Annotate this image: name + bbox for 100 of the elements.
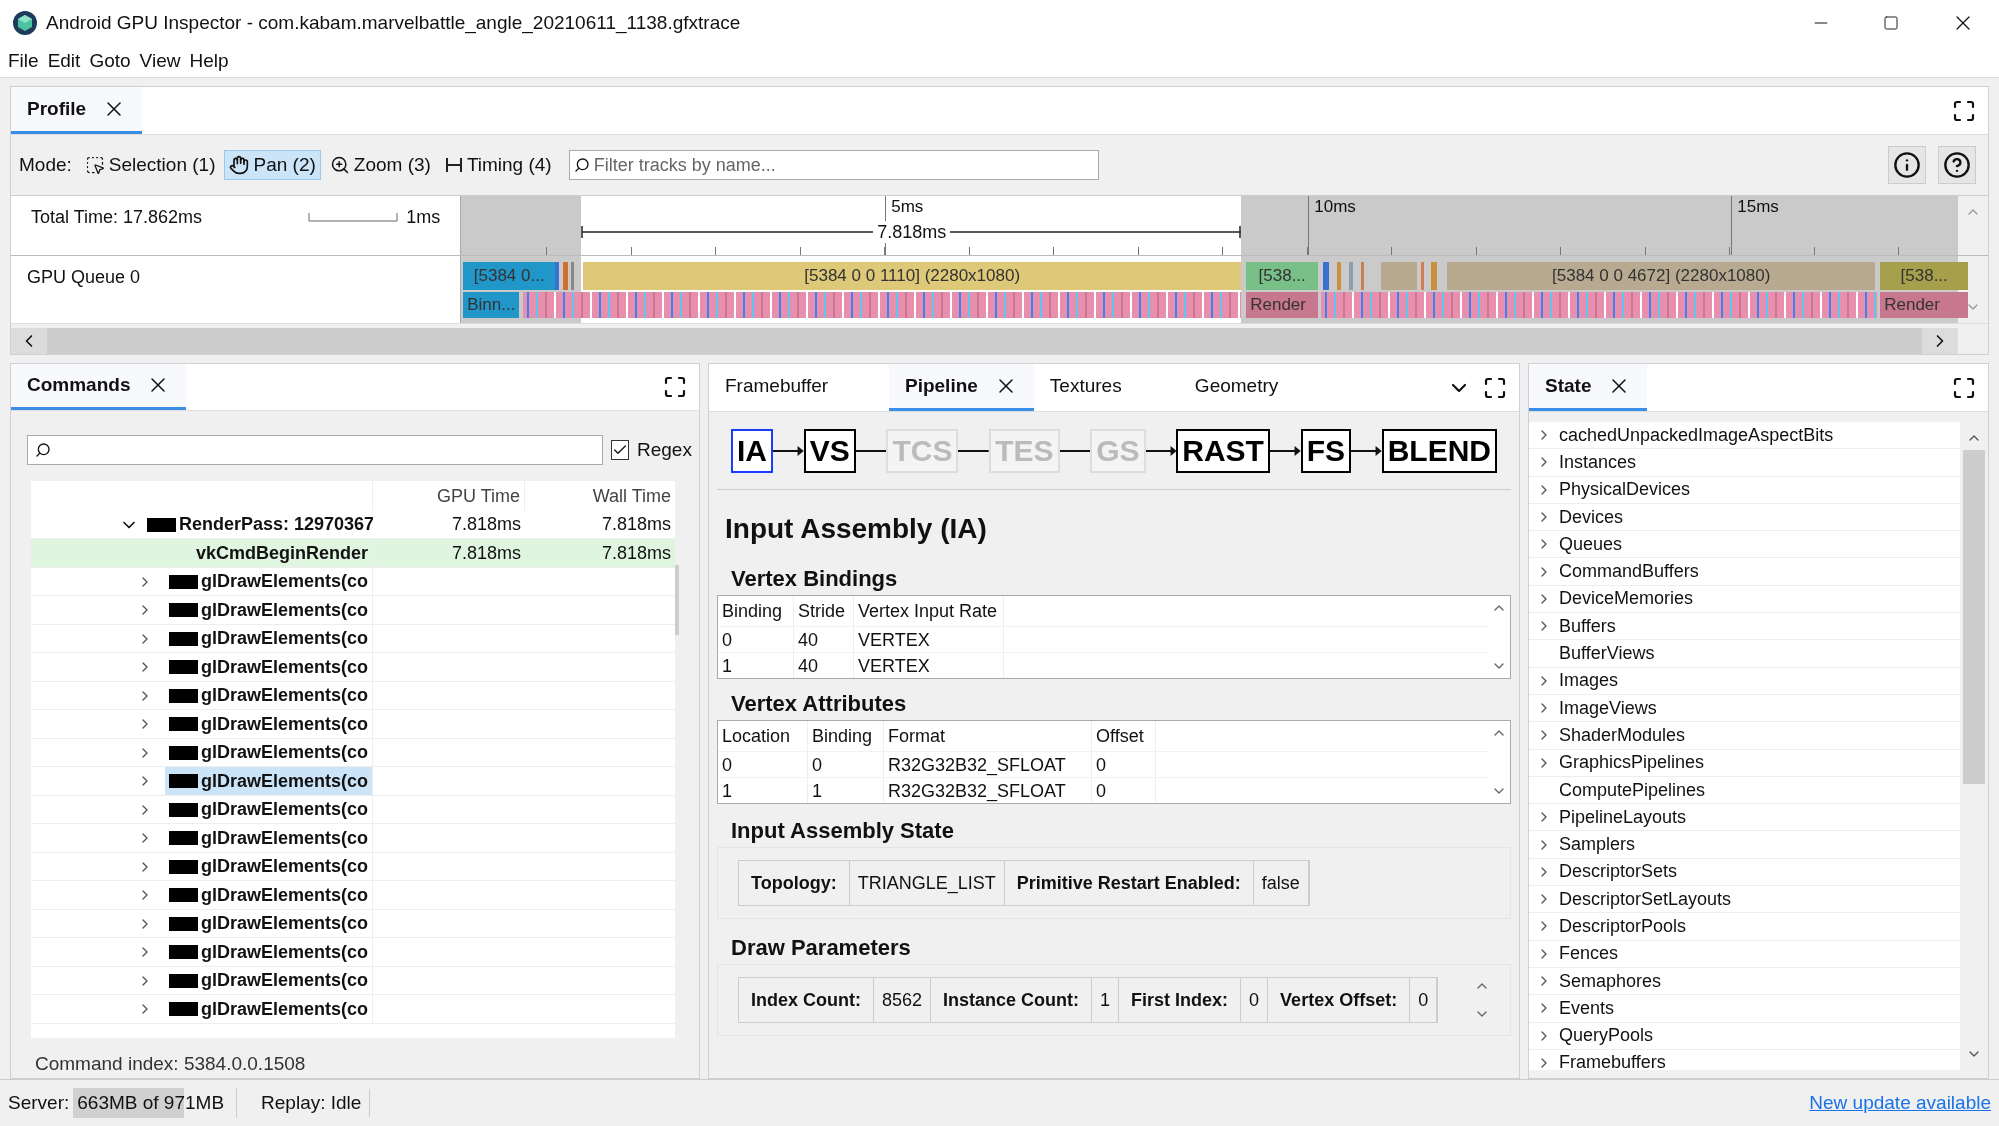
tree-item[interactable]: CommandBuffers [1529,558,1960,586]
tree-item[interactable]: Fences [1529,940,1960,968]
column-header[interactable]: GPU Time [373,480,525,511]
menu-item[interactable]: Goto [89,47,131,76]
stage-button[interactable]: RAST [1176,428,1270,473]
trace-slice[interactable]: [538... [1880,262,1969,290]
tree-item[interactable]: QueryPools [1529,1022,1960,1050]
tree-item[interactable]: ShaderModules [1529,722,1960,750]
tree-row[interactable]: glDrawElements(co [164,852,372,881]
table-cell: 0 [718,752,808,777]
maximize-icon[interactable] [663,374,687,399]
update-link[interactable]: New update available [1809,1088,1991,1118]
trace-slice[interactable]: [5384 0 0 4672] (2280x1080) [1447,262,1876,290]
mode-button[interactable]: Selection (1) [79,150,221,180]
menu-item[interactable]: View [139,47,181,76]
menu-item[interactable]: Help [189,47,229,76]
stage-button[interactable]: IA [731,428,773,473]
tree-row[interactable]: glDrawElements(co [164,567,372,596]
tree-row[interactable]: glDrawElements(co [164,596,372,624]
column-header: Vertex Input Rate [854,596,1004,626]
wall-time: 7.818ms [600,513,672,537]
menu-item[interactable]: Edit [47,47,81,76]
trace-slice[interactable]: Binn... [463,292,520,318]
maximize-icon[interactable] [1952,98,1976,123]
help-button[interactable] [1938,146,1976,184]
thumbnail-icon [168,603,198,618]
tree-item[interactable]: Queues [1529,531,1960,559]
regex-checkbox[interactable] [611,439,629,460]
tab[interactable]: Geometry [1194,371,1279,401]
tree-item[interactable]: Framebuffers [1529,1049,1960,1070]
trace-slice[interactable]: Render [1246,292,1319,318]
small-slices-drawing [553,262,576,290]
maximize-icon[interactable] [1952,375,1976,400]
tree-item[interactable]: PhysicalDevices [1529,476,1960,504]
tree-row[interactable]: glDrawElements(co [164,653,372,681]
table-cell: 1 [808,778,884,803]
tree-item[interactable]: ComputePipelines [1529,776,1960,805]
tree-row[interactable]: glDrawElements(co [164,966,372,995]
tree-item[interactable]: Events [1529,995,1960,1023]
column-header: Binding [718,596,794,626]
section-title: Draw Parameters [731,935,911,960]
thumbnail-icon [168,945,198,960]
column-header[interactable]: Wall Time [525,480,675,511]
maximize-icon[interactable] [1483,375,1507,400]
tab[interactable]: Framebuffer [725,371,829,401]
tree-row[interactable]: glDrawElements(co [164,938,372,966]
field-label: Vertex Offset: [1268,978,1411,1022]
mode-button[interactable]: Zoom (3) [324,150,436,180]
stage-button[interactable]: VS [803,428,856,473]
trace-slice[interactable]: [538... [1246,262,1319,290]
tree-item[interactable]: DescriptorSets [1529,858,1960,887]
tree-row[interactable]: glDrawElements(co [164,881,372,909]
tree-row[interactable]: glDrawElements(co [164,909,372,938]
maximize-icon[interactable] [1883,15,1899,31]
filter-field[interactable]: Filter tracks by name... [568,150,1099,180]
tree-item[interactable]: cachedUnpackedImageAspectBits [1529,422,1960,450]
tree-item[interactable]: DescriptorPools [1529,913,1960,941]
tree-item[interactable]: Samplers [1529,831,1960,859]
span-label: 7.818ms [873,221,951,243]
tree-row[interactable]: glDrawElements(co [164,624,372,653]
tree-row[interactable]: glDrawElements(co [164,824,372,852]
tree-item[interactable]: Semaphores [1529,967,1960,996]
scrollbar-thumb[interactable] [1963,450,1985,784]
tree-item[interactable]: DeviceMemories [1529,585,1960,614]
tree-item[interactable]: DescriptorSetLayouts [1529,886,1960,914]
thumbnail-icon [168,688,198,703]
tree-item[interactable]: Images [1529,667,1960,695]
trace-slice[interactable]: [5384 0... [463,262,556,290]
stage-button[interactable]: BLEND [1381,428,1498,473]
arrow [1145,444,1177,457]
tree-item[interactable]: Buffers [1529,613,1960,641]
field-value: 8562 [874,978,932,1022]
mode-button[interactable]: Pan (2) [224,150,321,180]
tree-row[interactable]: RenderPass: 12970367 [31,510,373,539]
scrollbar-thumb[interactable] [47,328,1922,354]
tree-item[interactable]: GraphicsPipelines [1529,749,1960,777]
tree-item[interactable]: PipelineLayouts [1529,804,1960,832]
tab[interactable]: Textures [1049,371,1122,401]
tree-item[interactable]: Devices [1529,503,1960,532]
stage-button[interactable]: FS [1300,428,1351,473]
column-header: Binding [808,721,884,751]
tree-row[interactable]: glDrawElements(co [164,681,372,710]
field-value: 1 [1092,978,1120,1022]
tree-row[interactable]: glDrawElements(co [164,795,372,824]
tree-row[interactable]: glDrawElements(co [164,995,372,1023]
tree-row[interactable]: glDrawElements(co [164,710,372,738]
mode-button[interactable]: Timing (4) [439,150,557,180]
tree-row[interactable]: glDrawElements(co [164,738,372,767]
section-title: Vertex Attributes [731,691,907,716]
tree-item[interactable]: ImageViews [1529,694,1960,723]
command-index: Command index: 5384.0.0.1508 [35,1052,306,1074]
menu-item[interactable]: File [8,47,39,76]
search-field[interactable] [27,434,603,465]
info-button[interactable] [1888,146,1926,184]
trace-slice[interactable]: Render [1880,292,1969,318]
field-value: TRIANGLE_LIST [849,861,1005,905]
tree-row[interactable]: glDrawElements(co [164,767,372,795]
trace-slice[interactable]: [5384 0 0 1110] (2280x1080) [583,262,1242,290]
tree-item[interactable]: BufferViews [1529,640,1960,668]
tree-item[interactable]: Instances [1529,449,1960,477]
